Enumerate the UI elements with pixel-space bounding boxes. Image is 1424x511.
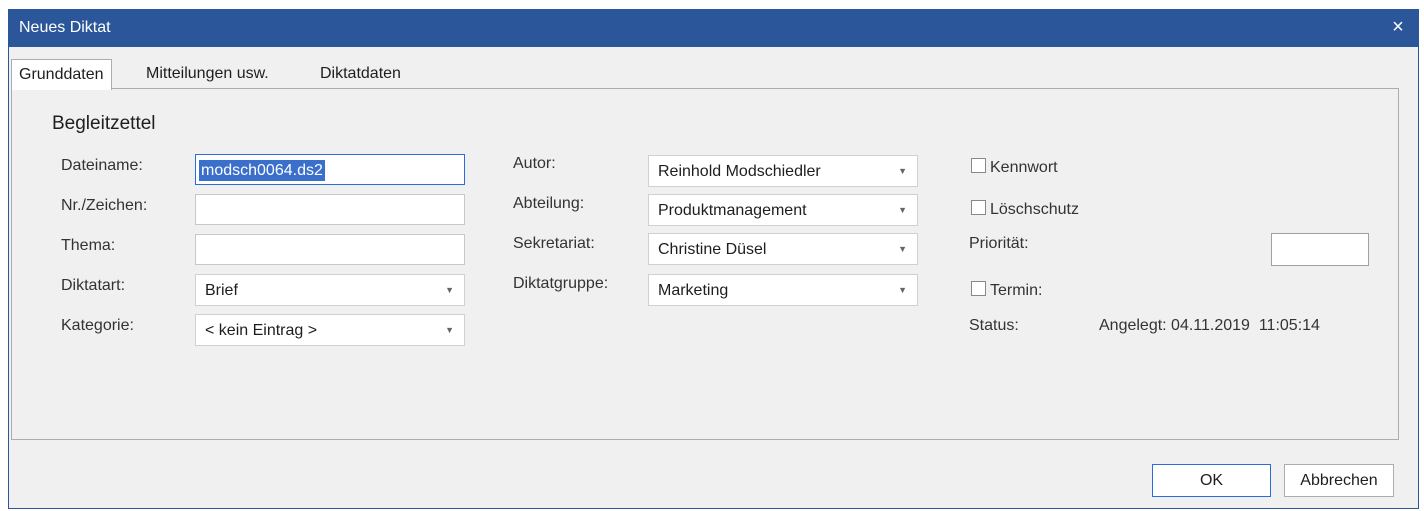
kennwort-label: Kennwort — [990, 159, 1058, 176]
checkbox-box[interactable] — [971, 200, 986, 215]
diktatgruppe-value: Marketing — [658, 282, 729, 299]
dateiname-value: modsch0064.ds2 — [199, 160, 325, 181]
chevron-down-icon: ▼ — [445, 325, 454, 335]
loeschschutz-label: Löschschutz — [990, 201, 1079, 218]
diktatart-value: Brief — [205, 282, 238, 299]
abteilung-label: Abteilung: — [513, 195, 585, 212]
autor-value: Reinhold Modschiedler — [658, 163, 821, 180]
loeschschutz-checkbox[interactable]: Löschschutz — [971, 200, 1079, 219]
diktatart-select[interactable]: Brief ▼ — [195, 274, 465, 306]
sekretariat-select[interactable]: Christine Düsel ▼ — [648, 233, 918, 265]
kennwort-checkbox[interactable]: Kennwort — [971, 158, 1058, 177]
abteilung-value: Produktmanagement — [658, 202, 807, 219]
diktatart-label: Diktatart: — [61, 277, 126, 294]
tab-grunddaten[interactable]: Grunddaten — [11, 59, 112, 90]
thema-field[interactable] — [195, 234, 465, 265]
status-value: Angelegt: 04.11.2019 11:05:14 — [1099, 317, 1320, 334]
checkbox-box[interactable] — [971, 158, 986, 173]
prioritaet-label: Priorität: — [969, 235, 1029, 252]
checkbox-box[interactable] — [971, 281, 986, 296]
close-icon[interactable]: × — [1378, 10, 1418, 47]
autor-label: Autor: — [513, 155, 556, 172]
kategorie-value: < kein Eintrag > — [205, 322, 318, 339]
kategorie-select[interactable]: < kein Eintrag > ▼ — [195, 314, 465, 346]
sekretariat-value: Christine Düsel — [658, 241, 767, 258]
status-label: Status: — [969, 317, 1019, 334]
tab-mitteilungen[interactable]: Mitteilungen usw. — [139, 61, 276, 88]
tab-diktatdaten[interactable]: Diktatdaten — [313, 61, 408, 88]
diktatgruppe-select[interactable]: Marketing ▼ — [648, 274, 918, 306]
chevron-down-icon: ▼ — [898, 205, 907, 215]
prioritaet-field[interactable] — [1271, 233, 1369, 266]
autor-select[interactable]: Reinhold Modschiedler ▼ — [648, 155, 918, 187]
diktatgruppe-label: Diktatgruppe: — [513, 275, 609, 292]
section-title: Begleitzettel — [52, 113, 156, 134]
chevron-down-icon: ▼ — [898, 166, 907, 176]
termin-label: Termin: — [990, 282, 1043, 299]
nr-zeichen-label: Nr./Zeichen: — [61, 197, 148, 214]
ok-button[interactable]: OK — [1152, 464, 1271, 497]
dateiname-field[interactable]: modsch0064.ds2 — [195, 154, 465, 185]
cancel-button[interactable]: Abbrechen — [1284, 464, 1394, 497]
chevron-down-icon: ▼ — [898, 244, 907, 254]
kategorie-label: Kategorie: — [61, 317, 134, 334]
nr-zeichen-field[interactable] — [195, 194, 465, 225]
title-bar: Neues Diktat × — [9, 10, 1418, 47]
termin-checkbox[interactable]: Termin: — [971, 281, 1042, 300]
window-title: Neues Diktat — [19, 19, 111, 36]
thema-label: Thema: — [61, 237, 116, 254]
sekretariat-label: Sekretariat: — [513, 235, 595, 252]
abteilung-select[interactable]: Produktmanagement ▼ — [648, 194, 918, 226]
chevron-down-icon: ▼ — [898, 285, 907, 295]
chevron-down-icon: ▼ — [445, 285, 454, 295]
dateiname-label: Dateiname: — [61, 157, 143, 174]
